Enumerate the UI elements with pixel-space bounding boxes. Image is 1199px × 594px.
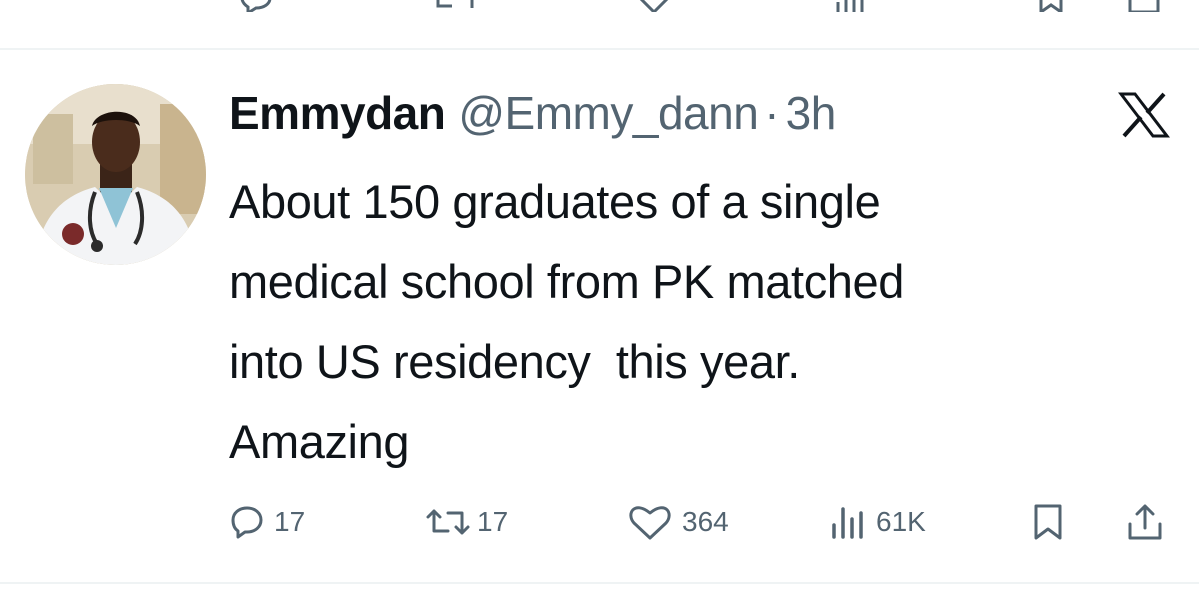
avatar[interactable] bbox=[25, 84, 206, 265]
x-logo-icon bbox=[1118, 92, 1170, 138]
avatar-photo bbox=[25, 84, 206, 265]
bookmark-button[interactable] bbox=[1032, 500, 1064, 544]
reply-count: 17 bbox=[274, 506, 306, 537]
repost-button[interactable]: 17 bbox=[425, 500, 508, 544]
repost-icon bbox=[426, 509, 470, 535]
like-count: 364 bbox=[682, 506, 729, 537]
previous-tweet-actions bbox=[0, 0, 1199, 12]
author-handle[interactable]: @Emmy_dann bbox=[458, 86, 758, 140]
reply-icon[interactable] bbox=[238, 0, 274, 12]
heart-icon bbox=[629, 506, 671, 540]
repost-count: 17 bbox=[477, 506, 509, 537]
divider-bottom bbox=[0, 582, 1199, 584]
views-icon bbox=[832, 507, 863, 539]
header-separator: · bbox=[764, 87, 780, 139]
heart-icon[interactable] bbox=[636, 0, 672, 12]
share-icon bbox=[1128, 504, 1162, 540]
divider-top bbox=[0, 48, 1199, 50]
author-display-name[interactable]: Emmydan bbox=[229, 86, 446, 140]
views-count: 61K bbox=[876, 506, 926, 537]
bookmark-icon bbox=[1034, 504, 1062, 540]
views-icon[interactable] bbox=[834, 0, 864, 12]
views-button[interactable]: 61K bbox=[830, 500, 926, 544]
reply-icon bbox=[231, 506, 263, 539]
bookmark-icon[interactable] bbox=[1036, 0, 1066, 12]
share-icon[interactable] bbox=[1126, 0, 1162, 12]
share-button[interactable] bbox=[1125, 500, 1165, 544]
like-button[interactable]: 364 bbox=[628, 500, 729, 544]
tweet-text: About 150 graduates of a single medical … bbox=[229, 175, 905, 468]
repost-icon[interactable] bbox=[432, 0, 478, 12]
reply-button[interactable]: 17 bbox=[230, 500, 305, 544]
tweet-header: Emmydan @Emmy_dann · 3h bbox=[229, 86, 836, 142]
tweet-timestamp[interactable]: 3h bbox=[786, 86, 837, 140]
